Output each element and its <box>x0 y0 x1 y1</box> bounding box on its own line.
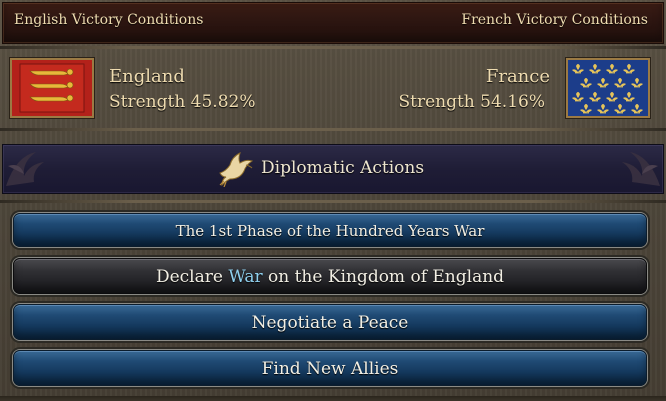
england-strength: Strength 45.82% <box>109 92 256 112</box>
button-label: Find New Allies <box>261 359 399 379</box>
ornament-right-icon <box>622 152 660 186</box>
declare-war-button[interactable]: Declare War on the Kingdom of England <box>13 258 647 294</box>
france-fleur-de-lis-icon <box>566 58 650 118</box>
ornament-left-icon <box>6 152 44 186</box>
france-name: France <box>485 66 550 87</box>
footer-border <box>0 396 666 401</box>
war-highlight-text: War <box>228 267 263 287</box>
dove-icon <box>219 152 254 187</box>
english-victory-conditions-link[interactable]: English Victory Conditions <box>14 12 203 28</box>
button-label-prefix: Declare <box>155 267 223 287</box>
button-label: Negotiate a Peace <box>251 313 409 333</box>
divider <box>0 128 666 131</box>
french-victory-conditions-link[interactable]: French Victory Conditions <box>461 12 648 28</box>
divider <box>0 200 666 203</box>
button-label: The 1st Phase of the Hundred Years War <box>175 222 485 240</box>
negotiate-peace-button[interactable]: Negotiate a Peace <box>13 304 647 340</box>
england-coat-of-arms-icon <box>10 58 94 118</box>
find-new-allies-button[interactable]: Find New Allies <box>13 350 647 386</box>
hundred-years-war-phase-button[interactable]: The 1st Phase of the Hundred Years War <box>13 213 647 247</box>
divider <box>0 46 666 49</box>
france-strength: Strength 54.16% <box>398 92 545 112</box>
diplomatic-actions-title: Diplomatic Actions <box>261 158 425 178</box>
button-label-suffix: on the Kingdom of England <box>268 267 505 287</box>
england-name: England <box>109 66 185 87</box>
